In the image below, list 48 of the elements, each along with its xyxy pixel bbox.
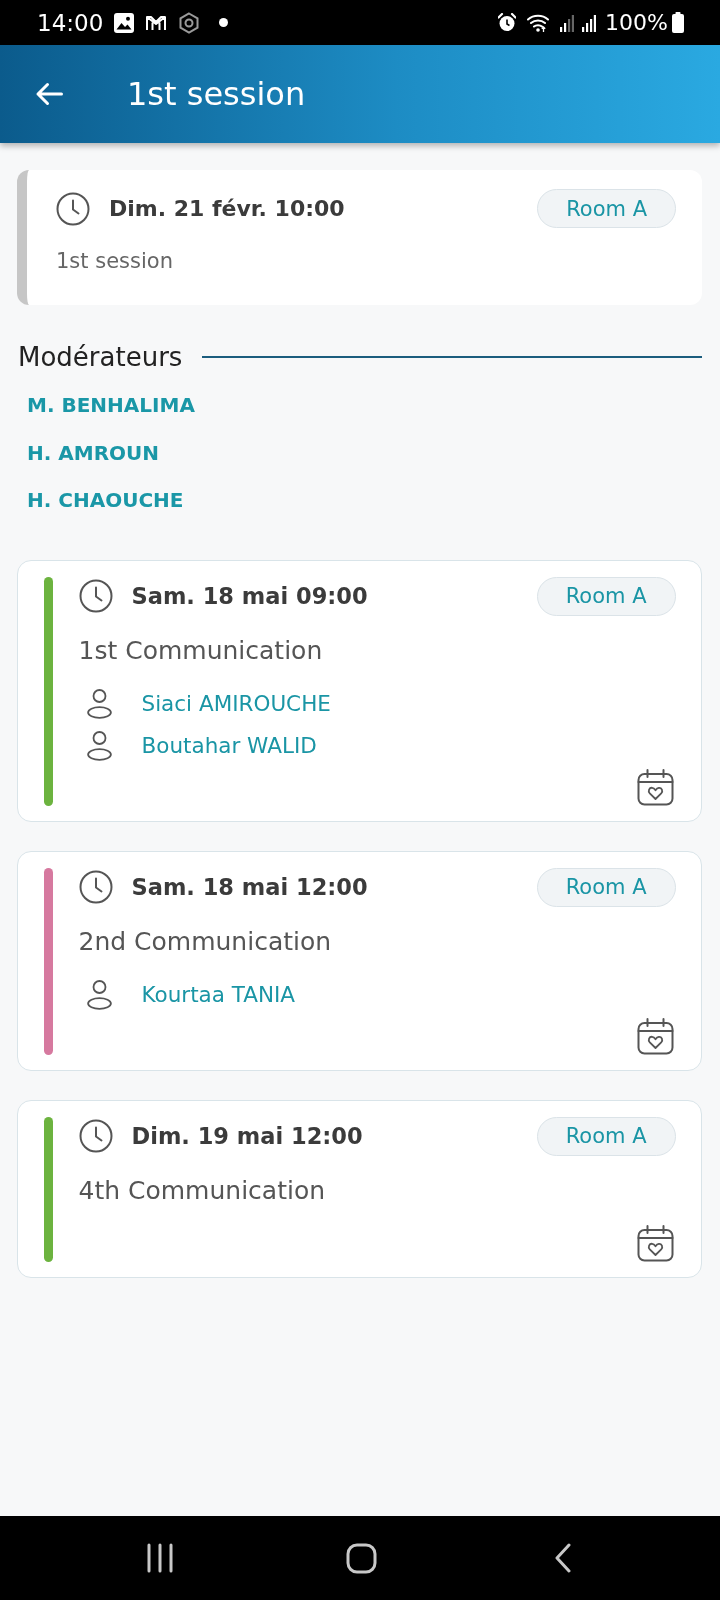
- back-button[interactable]: [35, 82, 63, 106]
- clock-icon: [56, 191, 90, 226]
- communication-card[interactable]: Sam. 18 mai 09:00 Room A 1st Communication Siaci AMIROUCHE Boutahar WALID: [17, 560, 702, 822]
- person-icon: [86, 730, 112, 761]
- battery-percent: 100%: [605, 8, 668, 37]
- moderator-name[interactable]: M. BENHALIMA: [27, 390, 195, 420]
- dot-icon: [219, 18, 229, 27]
- session-title: 1st session: [56, 248, 174, 274]
- wifi-icon: [527, 12, 550, 33]
- speaker-name[interactable]: Boutahar WALID: [141, 733, 317, 758]
- clock-icon: [78, 870, 113, 904]
- communication-title: 2nd Communication: [78, 926, 333, 957]
- hexagon-icon: [178, 11, 201, 34]
- calendar-heart-icon[interactable]: [636, 1017, 674, 1055]
- status-time: 14:00: [37, 8, 104, 37]
- person-icon: [86, 688, 112, 719]
- room-badge: Room A: [536, 867, 676, 907]
- room-badge: Room A: [537, 189, 676, 228]
- battery-icon: [672, 12, 684, 33]
- communication-time: Sam. 18 mai 09:00: [131, 583, 369, 609]
- clock-icon: [78, 1119, 113, 1153]
- calendar-heart-icon[interactable]: [636, 1224, 674, 1262]
- recent-apps-button[interactable]: [147, 1543, 173, 1573]
- section-heading: Modérateurs: [18, 342, 183, 372]
- communication-card[interactable]: Dim. 19 mai 12:00 Room A 4th Communication: [17, 1100, 702, 1278]
- page-title: 1st session: [127, 74, 306, 114]
- home-button[interactable]: [346, 1542, 377, 1574]
- communication-title: 1st Communication: [78, 635, 324, 666]
- speaker-name[interactable]: Siaci AMIROUCHE: [141, 691, 331, 716]
- image-icon: [114, 12, 135, 33]
- communication-title: 4th Communication: [78, 1175, 327, 1206]
- moderator-name[interactable]: H. CHAOUCHE: [27, 485, 184, 515]
- communication-card[interactable]: Sam. 18 mai 12:00 Room A 2nd Communication Kourtaa TANIA: [17, 851, 702, 1071]
- back-nav-button[interactable]: [554, 1543, 572, 1573]
- room-badge: Room A: [536, 576, 676, 616]
- session-time: Dim. 21 févr. 10:00: [109, 196, 346, 221]
- signal-icon: [582, 13, 597, 32]
- signal-icon: [560, 13, 575, 32]
- clock-icon: [78, 579, 113, 613]
- mail-icon: [145, 13, 168, 32]
- moderator-name[interactable]: H. AMROUN: [27, 437, 160, 468]
- speaker-name[interactable]: Kourtaa TANIA: [141, 982, 296, 1007]
- alarm-icon: [498, 13, 517, 32]
- calendar-heart-icon[interactable]: [636, 768, 674, 806]
- person-icon: [86, 979, 112, 1010]
- room-badge: Room A: [536, 1116, 676, 1156]
- communication-time: Sam. 18 mai 12:00: [131, 874, 369, 900]
- communication-time: Dim. 19 mai 12:00: [131, 1123, 364, 1149]
